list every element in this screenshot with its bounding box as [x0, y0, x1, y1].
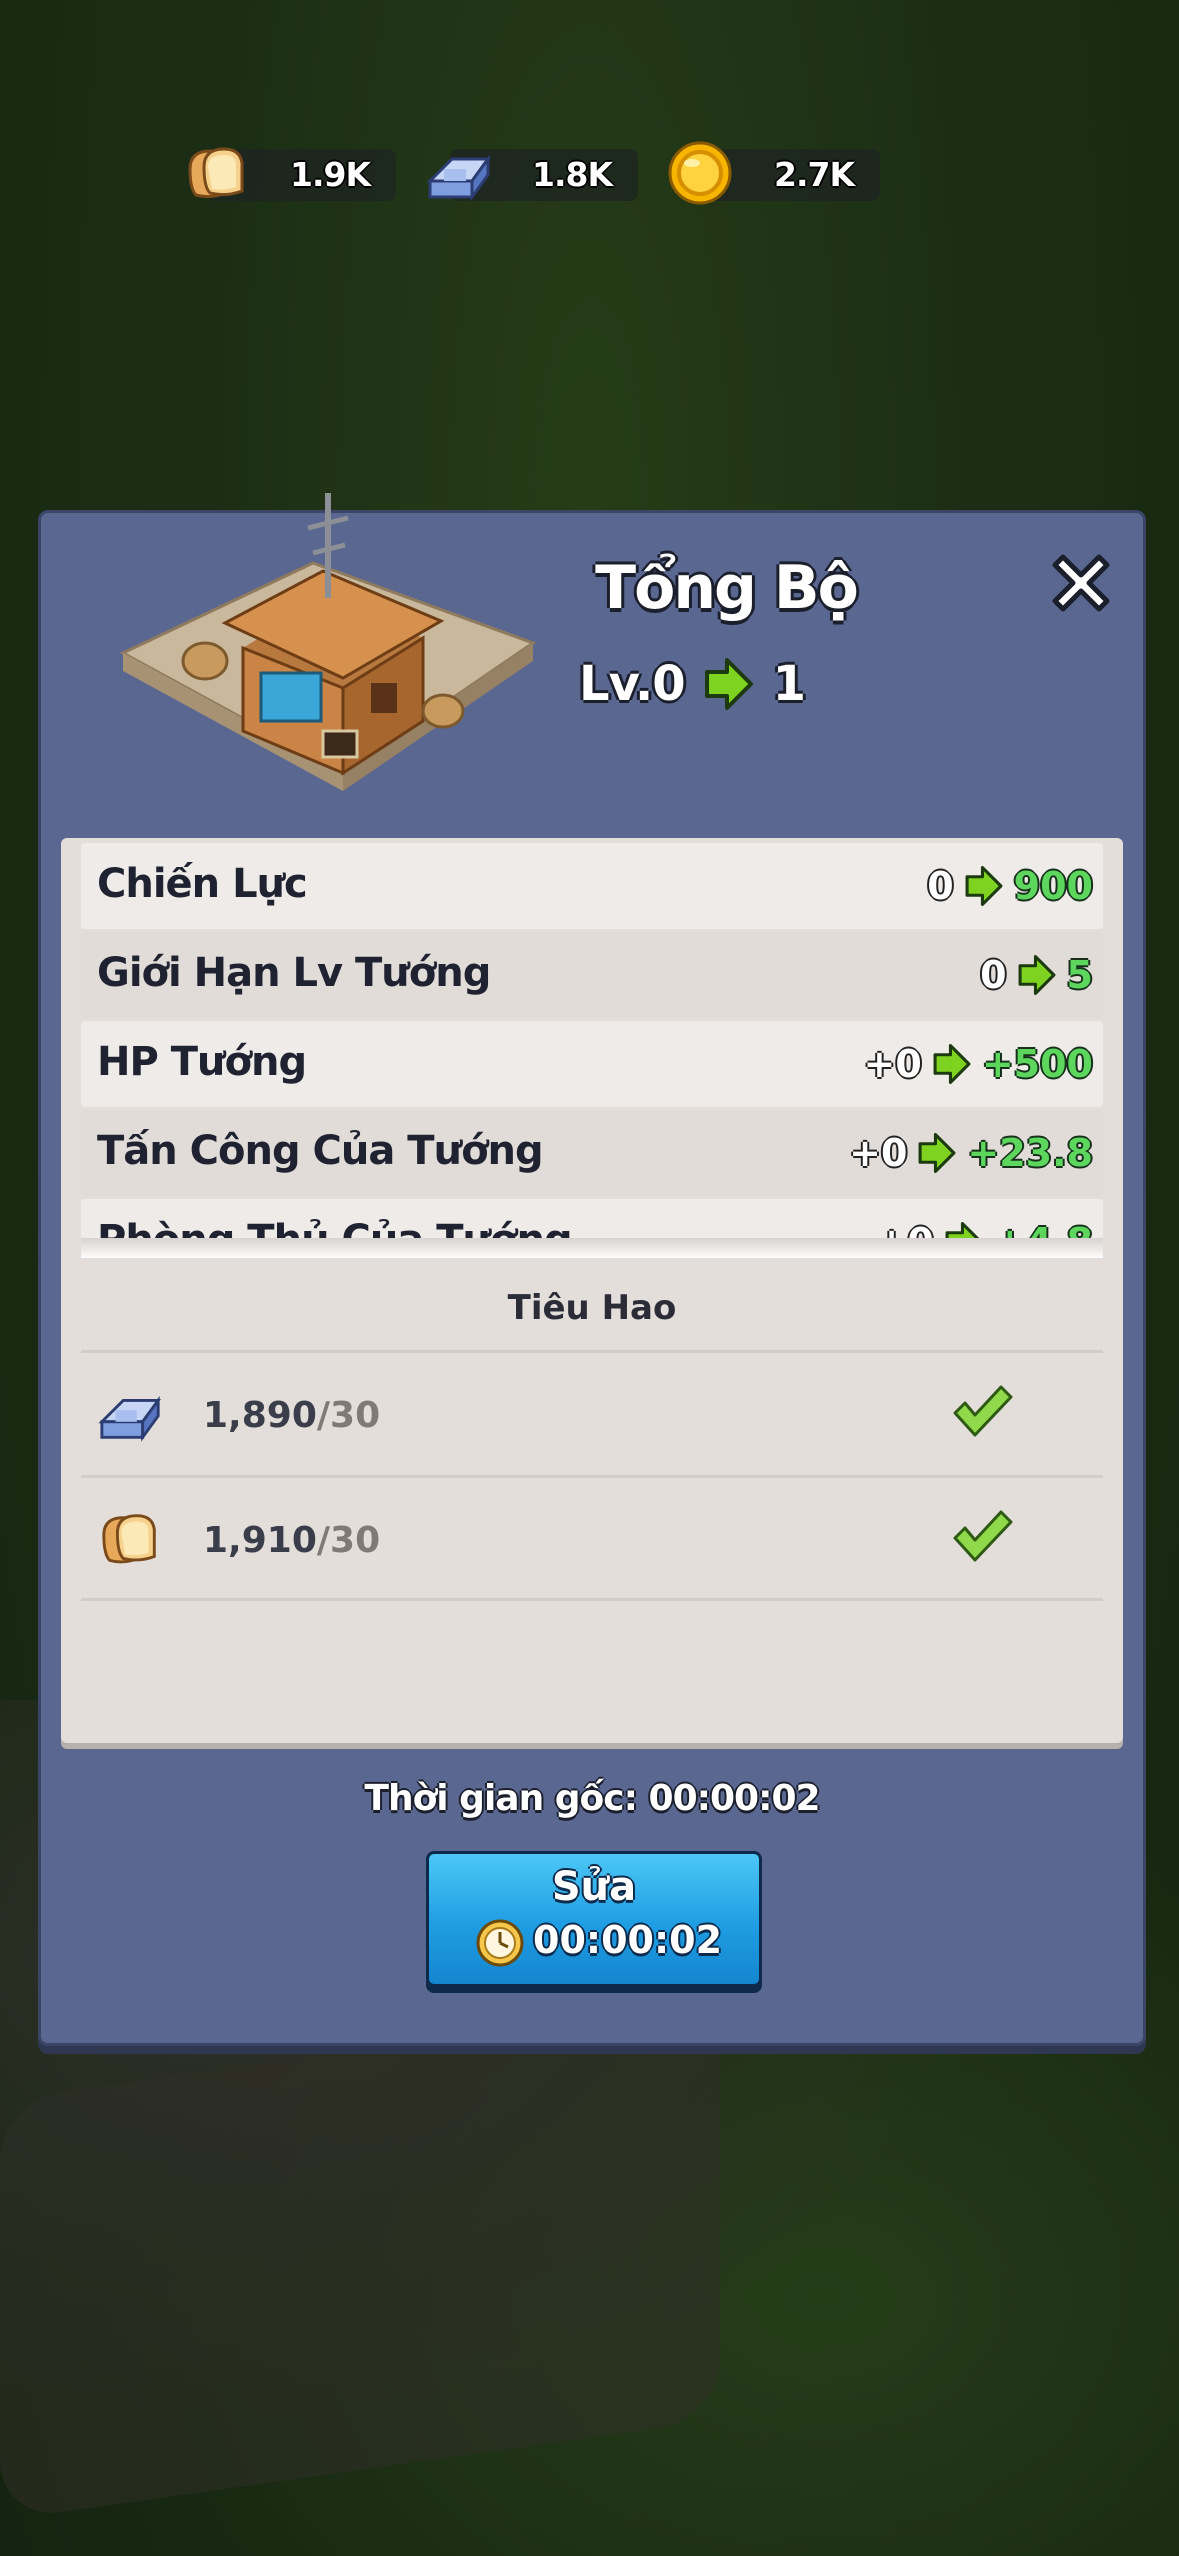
- iron-ingot-icon: [98, 1395, 162, 1442]
- cost-item: 1,890/30: [81, 1353, 1103, 1473]
- cost-have: 1,890: [203, 1395, 317, 1436]
- repair-button-time: 00:00:02: [533, 1918, 723, 1962]
- cost-amount: 1,890/30: [203, 1395, 380, 1436]
- cost-need: /30: [316, 1520, 381, 1561]
- stat-new-value: 900: [1013, 864, 1093, 908]
- stat-old-value: 0: [927, 864, 954, 908]
- cost-amount: 1,910/30: [203, 1520, 380, 1561]
- stat-row: Giới Hạn Lv Tướng 0 5: [81, 932, 1103, 1018]
- stat-values: +0 +23.8: [849, 1126, 1093, 1180]
- clock-icon: [476, 1919, 524, 1967]
- bread-icon: [102, 1514, 156, 1564]
- stat-new-value: 5: [1066, 953, 1093, 997]
- arrow-right-icon: [918, 1133, 956, 1173]
- info-card: Chiến Lực 0 900 Giới Hạn Lv Tướng 0 5 HP…: [61, 838, 1123, 1743]
- stat-row: Chiến Lực 0 900: [81, 843, 1103, 929]
- stat-row: Tấn Công Của Tướng +0 +23.8: [81, 1110, 1103, 1196]
- arrow-right-icon: [965, 866, 1003, 906]
- stat-row: HP Tướng +0 +500: [81, 1021, 1103, 1107]
- resource-bar: 1.9K 1.8K 2.7K: [180, 141, 900, 205]
- stat-values: 0 5: [980, 948, 1093, 1002]
- cost-need: /30: [316, 1395, 381, 1436]
- gold-coin-icon: [668, 141, 732, 205]
- stat-values: +0 +500: [864, 1037, 1093, 1091]
- checkmark-icon: [953, 1385, 1013, 1437]
- repair-button-label: Sửa: [551, 1864, 637, 1910]
- cost-have: 1,910: [203, 1520, 317, 1561]
- stat-new-value: +23.8: [967, 1131, 1093, 1175]
- resource-value: 2.7K: [773, 155, 855, 194]
- stats-list[interactable]: Chiến Lực 0 900 Giới Hạn Lv Tướng 0 5 HP…: [81, 843, 1103, 1253]
- scroll-fade: [81, 1238, 1103, 1258]
- stat-old-value: +0: [849, 1131, 908, 1175]
- stat-name: Giới Hạn Lv Tướng: [97, 950, 491, 996]
- level-to: 1: [772, 656, 806, 712]
- cost-item: 1,910/30: [81, 1478, 1103, 1598]
- stat-new-value: +500: [981, 1042, 1093, 1086]
- stat-name: Tấn Công Của Tướng: [97, 1128, 544, 1174]
- divider: [81, 1598, 1103, 1601]
- dialog-title: Tổng Bộ: [595, 553, 859, 623]
- close-icon[interactable]: [1041, 543, 1121, 623]
- headquarters-building-image: [119, 493, 537, 791]
- repair-button[interactable]: Sửa 00:00:02: [426, 1851, 762, 1987]
- stat-old-value: +0: [863, 1042, 922, 1086]
- iron-ingot-icon: [426, 154, 491, 202]
- cost-title: Tiêu Hao: [507, 1288, 677, 1328]
- level-from: Lv.0: [579, 656, 686, 712]
- arrow-right-icon: [704, 658, 753, 710]
- stat-values: 0 900: [927, 859, 1093, 913]
- upgrade-dialog: Tổng Bộ Lv.0 1 Chiến Lực 0 900 Giới Hạn …: [38, 493, 1146, 2046]
- base-time-label: Thời gian gốc: 00:00:02: [364, 1778, 820, 1819]
- stat-name: Chiến Lực: [97, 861, 308, 907]
- arrow-right-icon: [1018, 955, 1056, 995]
- checkmark-icon: [953, 1510, 1013, 1562]
- stat-old-value: 0: [980, 953, 1007, 997]
- resource-value: 1.9K: [289, 155, 371, 194]
- arrow-right-icon: [933, 1044, 971, 1084]
- level-indicator: Lv.0 1: [579, 649, 806, 719]
- stat-name: HP Tướng: [97, 1039, 307, 1085]
- bread-icon: [188, 147, 244, 199]
- resource-value: 1.8K: [531, 155, 613, 194]
